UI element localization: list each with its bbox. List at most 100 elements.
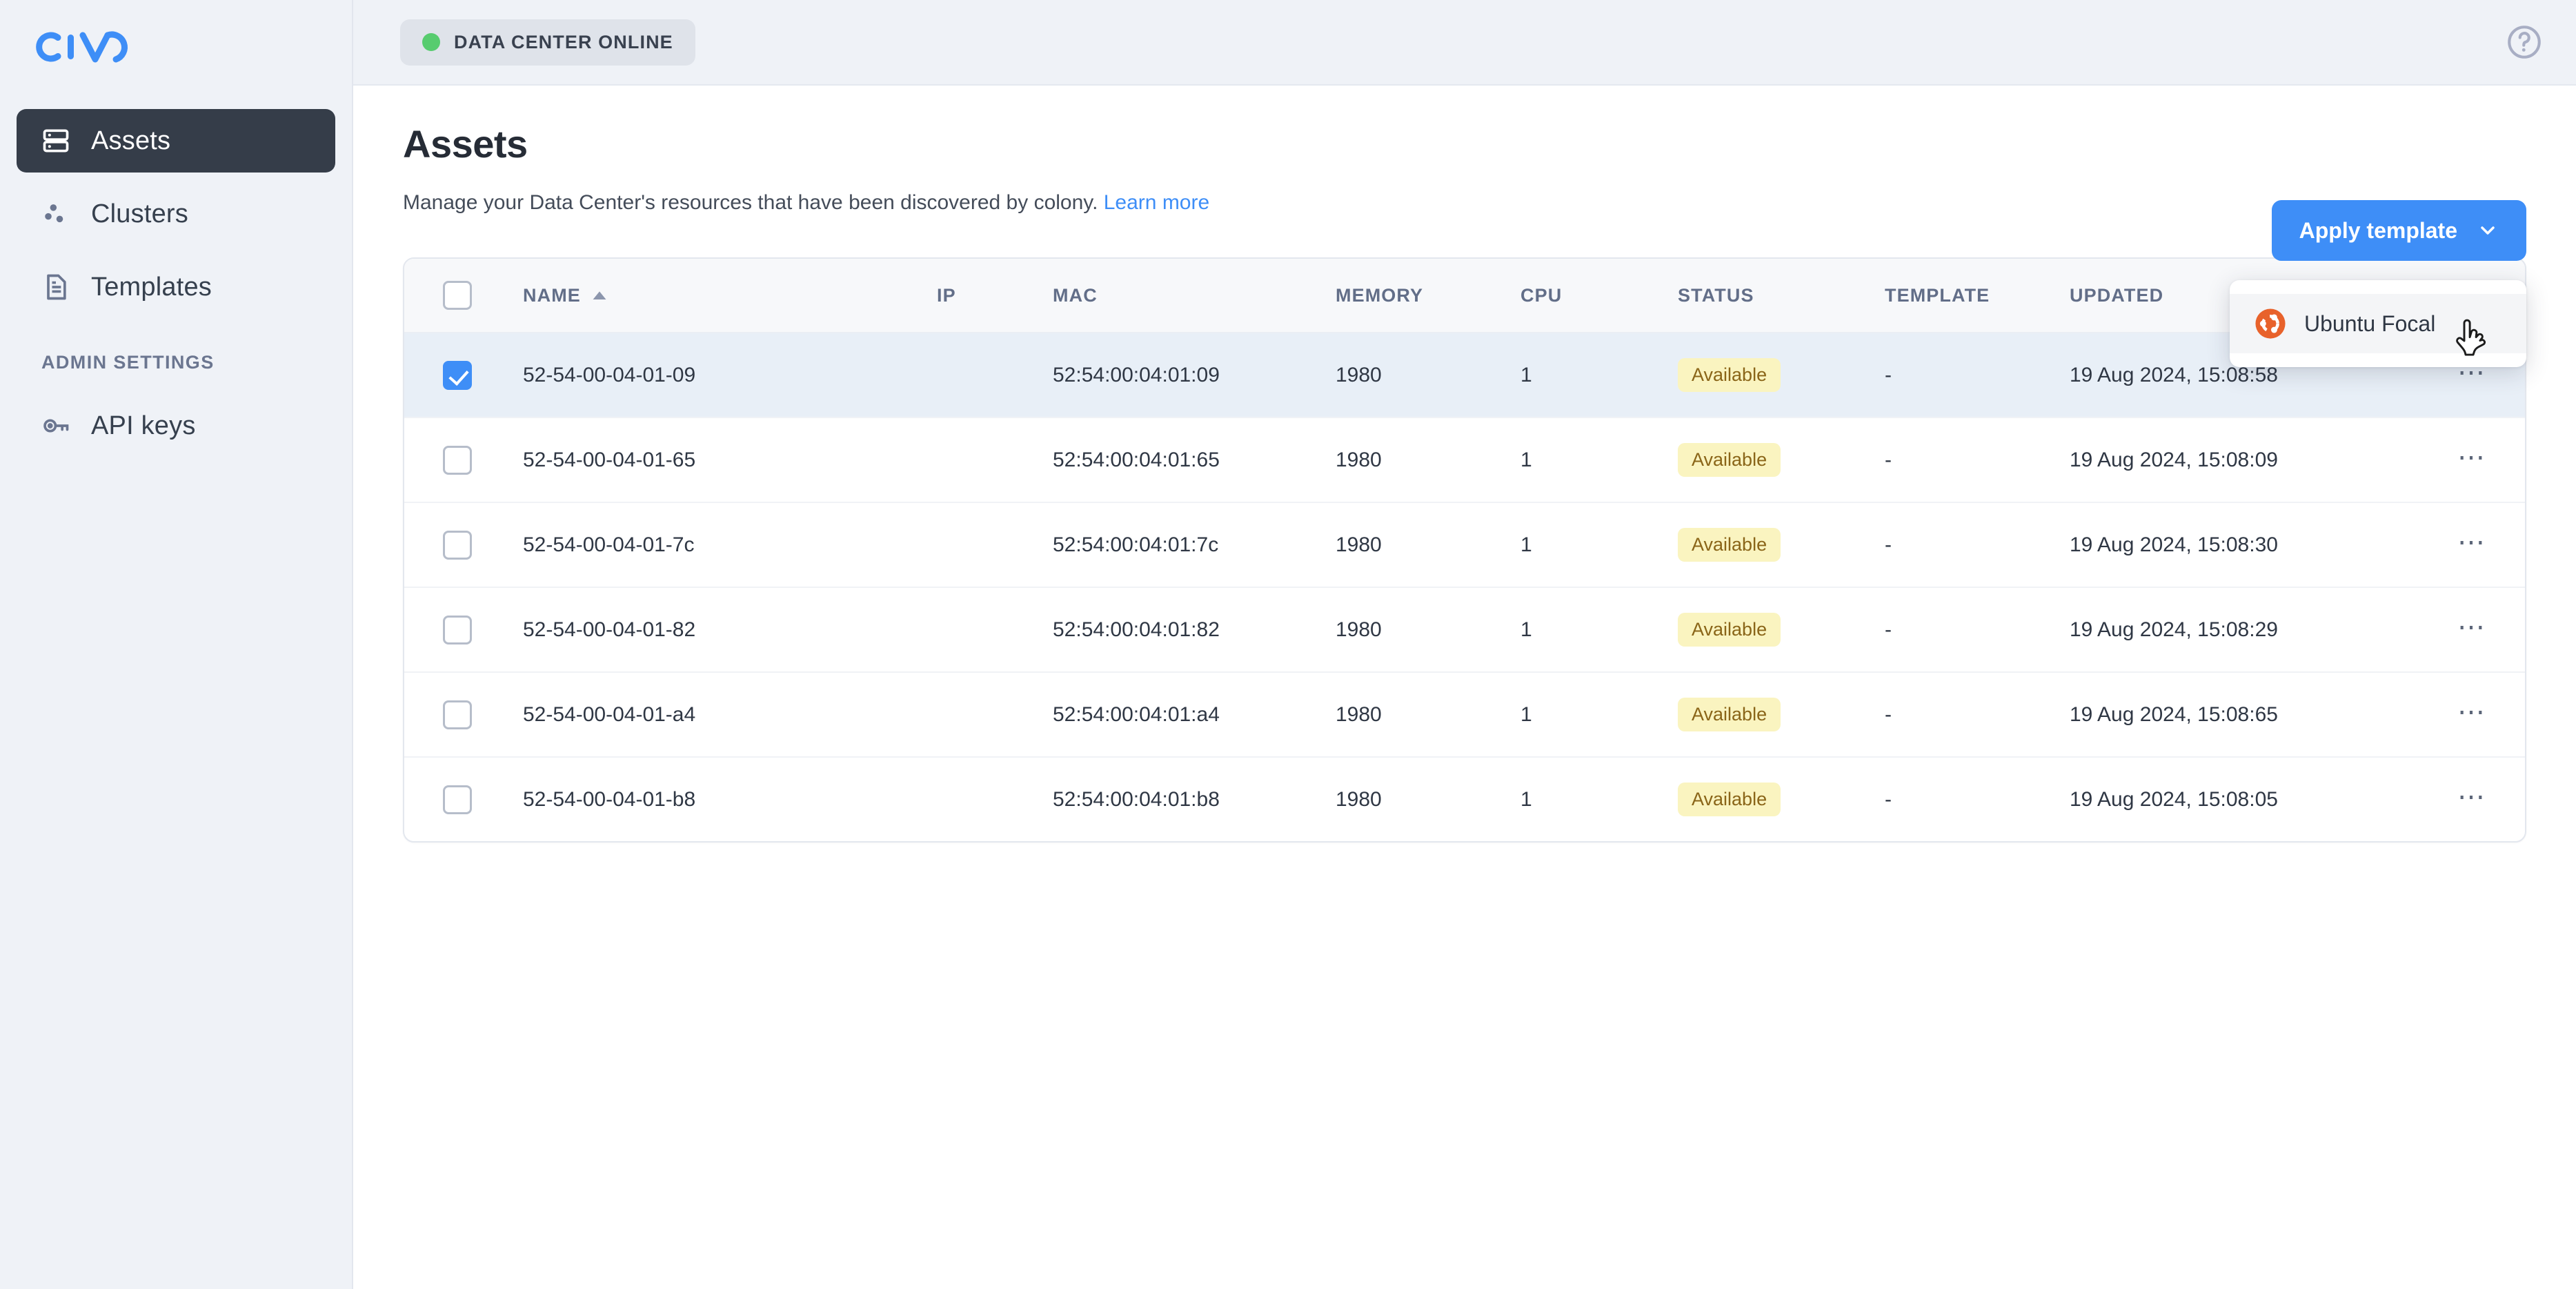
assets-table-card: NAME IP MAC MEMORY CPU STATUS TEMPLATE U… — [403, 257, 2526, 843]
cell-ip — [937, 502, 1053, 588]
sidebar-item-label: Assets — [91, 126, 171, 155]
cluster-dots-icon — [40, 198, 72, 230]
cell-memory: 1980 — [1336, 333, 1520, 418]
cell-name: 52-54-00-04-01-a4 — [523, 672, 937, 758]
sidebar-item-assets[interactable]: Assets — [17, 109, 335, 173]
row-select-cell — [404, 757, 523, 841]
row-select-cell — [404, 333, 523, 418]
cell-mac: 52:54:00:04:01:a4 — [1053, 672, 1336, 758]
column-header-template[interactable]: TEMPLATE — [1885, 259, 2070, 333]
cell-memory: 1980 — [1336, 502, 1520, 588]
cell-ip — [937, 417, 1053, 503]
page-content: Assets Manage your Data Center's resourc… — [353, 86, 2576, 1289]
page-description-text: Manage your Data Center's resources that… — [403, 191, 1098, 214]
kebab-menu-icon[interactable]: ⋯ — [2457, 613, 2486, 641]
cell-status: Available — [1678, 757, 1885, 841]
kebab-menu-icon[interactable]: ⋯ — [2457, 444, 2486, 471]
row-checkbox[interactable] — [443, 360, 472, 390]
table-head: NAME IP MAC MEMORY CPU STATUS TEMPLATE U… — [404, 259, 2525, 333]
cell-memory: 1980 — [1336, 672, 1520, 758]
apply-template-button[interactable]: Apply template — [2271, 200, 2526, 261]
sidebar-item-label: Templates — [91, 273, 212, 302]
cell-template: - — [1885, 587, 2070, 673]
sidebar-item-api-keys[interactable]: API keys — [17, 394, 335, 457]
ubuntu-icon — [2255, 308, 2286, 339]
civo-logo[interactable] — [17, 0, 335, 109]
cell-status: Available — [1678, 417, 1885, 503]
cell-template: - — [1885, 787, 1892, 811]
sidebar-item-clusters[interactable]: Clusters — [17, 182, 335, 246]
sidebar-item-label: Clusters — [91, 199, 188, 228]
table-row[interactable]: 52-54-00-04-01-a4 52:54:00:04:01:a4 1980 1 A… — [404, 672, 2525, 758]
help-circle-icon[interactable] — [2504, 22, 2544, 62]
table-header-row: NAME IP MAC MEMORY CPU STATUS TEMPLATE U… — [404, 259, 2525, 333]
key-icon — [40, 410, 72, 442]
column-header-mac[interactable]: MAC — [1053, 259, 1336, 333]
cell-name: 52-54-00-04-01-09 — [523, 333, 937, 418]
cell-actions: ⋯ — [2442, 757, 2525, 841]
column-header-ip[interactable]: IP — [937, 259, 1053, 333]
status-badge-available: Available — [1678, 783, 1781, 816]
kebab-menu-icon[interactable]: ⋯ — [2457, 783, 2486, 811]
app-root: Assets Clusters Templates ADMIN SETTINGS — [0, 0, 2576, 1289]
cell-memory: 1980 — [1336, 587, 1520, 673]
table-row[interactable]: 52-54-00-04-01-7c 52:54:00:04:01:7c 1980 1 A… — [404, 502, 2525, 588]
cell-template: - — [1885, 417, 2070, 503]
cell-mac: 52:54:00:04:01:82 — [1053, 587, 1336, 673]
kebab-menu-icon[interactable]: ⋯ — [2457, 698, 2486, 726]
apply-template-label: Apply template — [2299, 217, 2457, 243]
main-area: DATA CENTER ONLINE Assets Manage your Da… — [353, 0, 2576, 1289]
row-select-cell — [404, 587, 523, 673]
learn-more-link[interactable]: Learn more — [1104, 191, 1209, 214]
column-header-name-label: NAME — [523, 284, 581, 306]
status-badge: DATA CENTER ONLINE — [400, 19, 695, 66]
page-description: Manage your Data Center's resources that… — [403, 191, 2526, 215]
cell-cpu: 1 — [1520, 417, 1678, 503]
column-header-name[interactable]: NAME — [523, 259, 937, 333]
table-row[interactable]: 52-54-00-04-01-65 52:54:00:04:01:65 1980 1 A… — [404, 417, 2525, 503]
cell-ip — [937, 757, 1053, 841]
kebab-menu-icon[interactable]: ⋯ — [2457, 529, 2486, 556]
apply-template-dropdown: Ubuntu Focal — [2230, 280, 2526, 367]
sidebar: Assets Clusters Templates ADMIN SETTINGS — [0, 0, 353, 1289]
table-row[interactable]: 52-54-00-04-01-09 52:54:00:04:01:09 1980 1 A… — [404, 333, 2525, 418]
cell-mac: 52:54:00:04:01:7c — [1053, 502, 1336, 588]
cell-updated: 19 Aug 2024, 15:08:09 — [2070, 417, 2442, 503]
cell-cpu: 1 — [1520, 333, 1678, 418]
row-checkbox[interactable] — [443, 700, 472, 729]
table-row[interactable]: 52-54-00-04-01-82 52:54:00:04:01:82 1980 1 A… — [404, 587, 2525, 673]
row-checkbox[interactable] — [443, 530, 472, 560]
status-dot-icon — [422, 33, 440, 51]
row-checkbox[interactable] — [443, 615, 472, 644]
chevron-down-icon — [2481, 226, 2495, 235]
dropdown-item-ubuntu-focal[interactable]: Ubuntu Focal — [2230, 294, 2526, 353]
cell-cpu: 1 — [1520, 787, 1532, 811]
column-header-cpu[interactable]: CPU — [1520, 259, 1678, 333]
status-badge-available: Available — [1678, 528, 1781, 562]
cell-ip — [937, 333, 1053, 418]
civo-logo-icon — [36, 31, 128, 63]
sidebar-section-admin-settings: ADMIN SETTINGS — [41, 352, 215, 373]
row-select-cell — [404, 672, 523, 758]
select-all-checkbox[interactable] — [443, 281, 472, 310]
cell-name: 52-54-00-04-01-65 — [523, 417, 937, 503]
cell-mac: 52:54:00:04:01:65 — [1053, 417, 1336, 503]
row-checkbox[interactable] — [443, 445, 472, 475]
dropdown-item-label: Ubuntu Focal — [2304, 311, 2436, 336]
column-header-memory[interactable]: MEMORY — [1336, 259, 1520, 333]
cell-updated: 19 Aug 2024, 15:08:29 — [2070, 587, 2442, 673]
status-badge-available: Available — [1678, 698, 1781, 731]
table-row[interactable]: 52-54-00-04-01-b8 52:54:00:04:01:b8 1980 1 A… — [404, 757, 2525, 841]
assets-table: NAME IP MAC MEMORY CPU STATUS TEMPLATE U… — [404, 259, 2525, 841]
cell-cpu: 1 — [1520, 587, 1678, 673]
cell-ip — [937, 672, 1053, 758]
cell-name: 52-54-00-04-01-82 — [523, 587, 937, 673]
sort-ascending-icon — [593, 291, 606, 299]
column-header-status[interactable]: STATUS — [1678, 259, 1885, 333]
server-rack-icon — [40, 125, 72, 157]
status-badge-available: Available — [1678, 358, 1781, 392]
cell-actions: ⋯ — [2442, 502, 2525, 588]
cell-ip — [937, 587, 1053, 673]
sidebar-item-templates[interactable]: Templates — [17, 255, 335, 319]
row-checkbox[interactable] — [443, 785, 472, 814]
